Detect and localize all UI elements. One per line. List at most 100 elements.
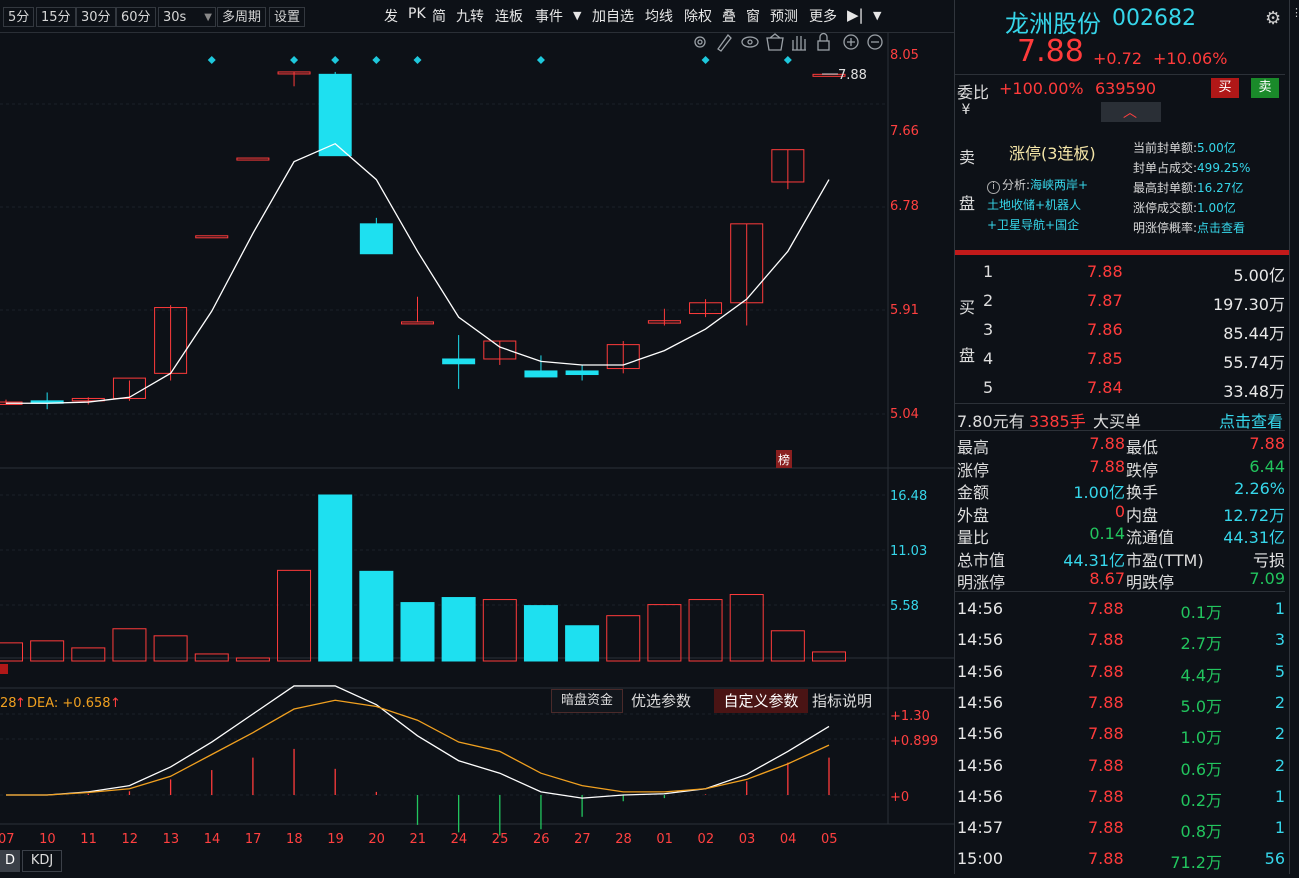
toolbar-forecast[interactable]: 预测 xyxy=(770,6,798,26)
volume-bar[interactable] xyxy=(729,594,764,662)
period-30min-button[interactable]: 30分 xyxy=(76,7,116,27)
volume-bar[interactable] xyxy=(647,604,682,662)
volume-bar[interactable] xyxy=(523,605,558,662)
basket-icon[interactable] xyxy=(766,33,784,51)
analysis-text-1[interactable]: 海峡两岸+ xyxy=(1030,178,1088,192)
volume-bar[interactable] xyxy=(606,615,641,662)
candle[interactable] xyxy=(524,355,558,378)
candle[interactable] xyxy=(442,335,476,389)
candle[interactable] xyxy=(771,149,805,190)
event-marker[interactable] xyxy=(290,56,299,64)
volume-bar[interactable] xyxy=(194,653,229,662)
period-60min-button[interactable]: 60分 xyxy=(116,7,156,27)
candle[interactable] xyxy=(565,364,599,381)
hand-icon[interactable] xyxy=(792,36,806,51)
volume-scroll-marker[interactable] xyxy=(0,664,8,674)
candle[interactable] xyxy=(689,299,723,318)
indicator-tab-kdj[interactable]: KDJ xyxy=(22,850,62,872)
chevron-down-icon[interactable]: ▼ xyxy=(873,9,881,22)
divider xyxy=(955,403,1285,404)
toolbar-ma[interactable]: 均线 xyxy=(645,6,673,26)
candle[interactable] xyxy=(236,157,270,161)
volume-bar[interactable] xyxy=(71,647,106,662)
preferred-params-button[interactable]: 优选参数 xyxy=(631,689,711,713)
toolbar-pk[interactable]: PK xyxy=(408,6,426,22)
volume-bar[interactable] xyxy=(400,602,435,662)
bid-row[interactable]: 1 7.88 5.00亿 xyxy=(955,258,1285,287)
period-15min-button[interactable]: 15分 xyxy=(36,7,76,27)
volume-bars[interactable] xyxy=(0,494,846,662)
volume-bar[interactable] xyxy=(812,651,846,662)
event-marker[interactable] xyxy=(207,56,216,64)
toolbar-jian[interactable]: 简 xyxy=(432,6,446,26)
indicator-tab-d[interactable]: D xyxy=(0,850,20,872)
volume-bar[interactable] xyxy=(277,569,312,662)
event-marker[interactable] xyxy=(413,56,422,64)
candle[interactable] xyxy=(483,340,517,365)
buy-button[interactable]: 买 xyxy=(1211,78,1239,98)
custom-params-button[interactable]: 自定义参数 xyxy=(714,689,808,713)
kline-chart-area[interactable]: 07 10 11 12 13 14 17 18 19 20 21 24 25 26 27 28 01 02 03 04… xyxy=(0,32,954,874)
sell-button[interactable]: 卖 xyxy=(1251,78,1279,98)
event-marker[interactable] xyxy=(701,56,710,64)
candle[interactable] xyxy=(154,305,188,381)
expand-button[interactable]: ︿ xyxy=(1101,102,1161,122)
event-marker[interactable] xyxy=(372,56,381,64)
event-marker[interactable] xyxy=(331,56,340,64)
gear-icon[interactable] xyxy=(694,36,706,48)
volume-bar[interactable] xyxy=(688,599,723,662)
volume-bar[interactable] xyxy=(112,628,147,662)
toolbar-overlay[interactable]: 叠 xyxy=(722,6,736,26)
volume-bar[interactable] xyxy=(318,494,353,662)
dark-pool-funds-button[interactable]: 暗盘资金 xyxy=(551,689,623,713)
candle[interactable] xyxy=(359,217,393,255)
chevron-down-icon[interactable]: ▼ xyxy=(573,9,581,22)
candle[interactable] xyxy=(277,71,311,87)
volume-bar[interactable] xyxy=(359,570,394,662)
indicator-help-button[interactable]: 指标说明 xyxy=(812,689,886,713)
event-marker[interactable] xyxy=(783,56,792,64)
lock-icon[interactable] xyxy=(817,32,830,51)
volume-bar[interactable] xyxy=(770,630,805,662)
eye-icon[interactable] xyxy=(741,36,759,48)
period-5min-button[interactable]: 5分 xyxy=(3,7,35,27)
bid-row[interactable]: 4 7.85 55.74万 xyxy=(955,345,1285,374)
analysis-text-3[interactable]: +卫星导航+国企 xyxy=(987,216,1079,233)
volume-bar[interactable] xyxy=(565,625,600,662)
big-order-link[interactable]: 点击查看 xyxy=(1219,408,1283,432)
bid-row[interactable]: 3 7.86 85.44万 xyxy=(955,316,1285,345)
gear-icon[interactable]: ⚙ xyxy=(1265,8,1281,29)
toolbar-shijian[interactable]: 事件 xyxy=(535,6,563,26)
candle[interactable] xyxy=(647,308,681,326)
kline-chart-svg[interactable]: 07 10 11 12 13 14 17 18 19 20 21 24 25 26 27 28 01 02 03 04… xyxy=(0,32,954,874)
candle[interactable] xyxy=(30,392,64,410)
probability-link[interactable]: 点击查看 xyxy=(1197,221,1245,235)
toolbar-chuquan[interactable]: 除权 xyxy=(684,6,712,26)
candle[interactable] xyxy=(606,341,640,374)
collapse-panel-icon[interactable]: ▶| xyxy=(847,6,864,24)
event-markers[interactable] xyxy=(207,56,792,64)
toolbar-more[interactable]: 更多 xyxy=(809,6,837,26)
zoom-out-icon[interactable] xyxy=(867,34,883,50)
bid-row[interactable]: 2 7.87 197.30万 xyxy=(955,287,1285,316)
bid-row[interactable]: 5 7.84 33.48万 xyxy=(955,374,1285,403)
settings-button[interactable]: 设置 xyxy=(269,7,306,27)
macd-panel[interactable] xyxy=(6,748,830,836)
analysis-text-2[interactable]: 土地收储+机器人 xyxy=(987,196,1081,213)
volume-bar[interactable] xyxy=(441,597,476,662)
volume-bar[interactable] xyxy=(482,599,517,662)
multi-period-button[interactable]: 多周期 xyxy=(217,7,267,27)
candlesticks[interactable] xyxy=(0,71,846,410)
volume-bar[interactable] xyxy=(153,635,188,662)
candle[interactable] xyxy=(195,235,229,239)
toolbar-add-favorite[interactable]: 加自选 xyxy=(592,6,634,26)
toolbar-jiuzhuan[interactable]: 九转 xyxy=(456,6,484,26)
event-marker[interactable] xyxy=(536,56,545,64)
zoom-in-icon[interactable] xyxy=(843,34,859,50)
period-30s-dropdown[interactable]: 30s ▼ xyxy=(158,7,216,27)
toolbar-window[interactable]: 窗 xyxy=(746,6,760,26)
toolbar-fa[interactable]: 发 xyxy=(384,6,398,26)
pen-icon[interactable] xyxy=(717,33,732,52)
toolbar-lianban[interactable]: 连板 xyxy=(495,6,523,26)
volume-bar[interactable] xyxy=(235,657,270,662)
